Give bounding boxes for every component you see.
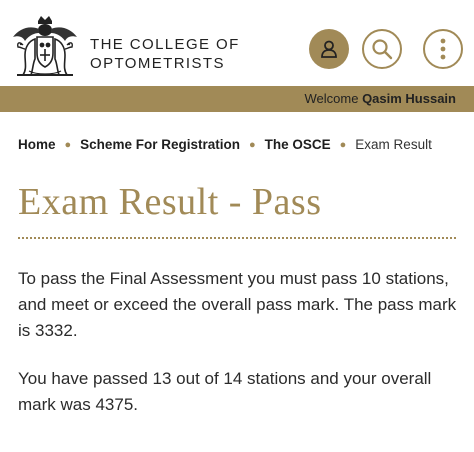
person-icon [321,40,337,58]
site-header: THE COLLEGE OF OPTOMETRISTS [0,0,474,86]
brand-line-1: THE COLLEGE OF [90,36,240,53]
breadcrumb-separator: ● [248,139,256,151]
more-vertical-icon [440,38,446,60]
pass-criteria-text: To pass the Final Assessment you must pa… [18,269,457,340]
search-button[interactable] [362,29,402,69]
welcome-prefix: Welcome [304,91,359,106]
more-menu-button[interactable] [423,29,463,69]
welcome-bar: Welcome Qasim Hussain [0,86,474,112]
breadcrumb-scheme-for-registration[interactable]: Scheme For Registration [80,137,240,152]
welcome-message: Welcome Qasim Hussain [304,91,456,106]
result-summary-text: You have passed 13 out of 14 stations an… [18,369,432,414]
breadcrumb-home[interactable]: Home [18,137,56,152]
brand-line-2: OPTOMETRISTS [90,55,225,72]
breadcrumb-separator: ● [339,139,347,151]
title-divider [18,237,456,239]
page-title: Exam Result - Pass [18,181,322,223]
breadcrumb: Home ● Scheme For Registration ● The OSCE ● Ex… [18,137,432,152]
breadcrumb-separator: ● [64,139,72,151]
college-brand-name[interactable]: THE COLLEGE OF OPTOMETRISTS [90,35,240,73]
breadcrumb-current: Exam Result [355,137,432,152]
breadcrumb-the-osce[interactable]: The OSCE [265,137,331,152]
user-name[interactable]: Qasim Hussain [362,91,456,106]
account-button[interactable] [309,29,349,69]
college-crest-logo[interactable] [9,15,81,79]
search-icon [372,39,393,60]
